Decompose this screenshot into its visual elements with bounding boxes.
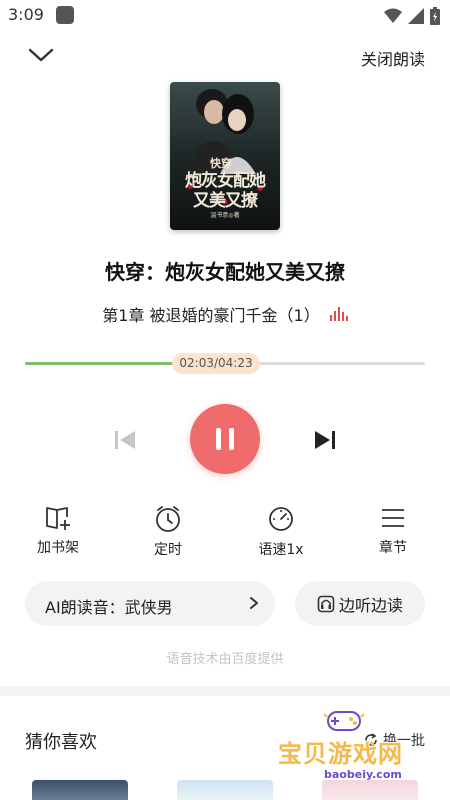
action-row: 加书架 定时 语速1x 章节 [0, 505, 450, 565]
speed-label: 语速1x [258, 542, 304, 558]
wifi-icon [384, 8, 402, 23]
voice-selector[interactable]: AI朗读音：武侠男 [25, 581, 275, 626]
chevron-right-icon [250, 597, 258, 609]
speedometer-icon [269, 507, 293, 531]
chapter-row: 第1章 被退婚的豪门千金（1） [0, 302, 450, 326]
close-read-button[interactable]: 关闭朗读 [361, 46, 425, 70]
cover-title-line-3: 又美又撩 [193, 191, 258, 211]
recommend-title: 猜你喜欢 [25, 732, 97, 753]
watermark-url: baobeiy.com [324, 768, 402, 781]
book-title: 快穿：炮灰女配她又美又撩 [105, 260, 345, 284]
skip-previous-icon [115, 431, 135, 449]
add-bookshelf-button[interactable]: 加书架 [18, 505, 98, 557]
watermark: 宝贝游戏网 baobeiy.com [276, 708, 446, 788]
playback-controls [0, 403, 450, 475]
listen-read-label: 边听边读 [338, 595, 403, 615]
top-bar: 关闭朗读 [0, 38, 450, 74]
chapters-button[interactable]: 章节 [353, 505, 433, 557]
status-time: 3:09 [8, 5, 44, 24]
gamepad-logo-icon [323, 711, 365, 731]
timer-label: 定时 [154, 542, 182, 558]
section-divider [0, 686, 450, 696]
notification-app-icon [56, 6, 74, 24]
pause-button[interactable] [190, 404, 260, 474]
cover-author: 温书意◎著 [210, 212, 240, 219]
speed-button[interactable]: 语速1x [241, 505, 321, 559]
add-bookshelf-label: 加书架 [37, 540, 79, 556]
recommend-book-cover[interactable] [32, 780, 128, 800]
add-bookshelf-icon [46, 507, 70, 530]
headphone-book-icon [317, 595, 335, 612]
chapters-label: 章节 [379, 540, 407, 556]
sound-wave-icon [329, 307, 348, 321]
battery-icon [430, 7, 440, 25]
status-bar: 3:09 [0, 0, 450, 32]
listen-read-button[interactable]: 边听边读 [295, 581, 425, 626]
recommend-book-cover[interactable] [177, 780, 273, 800]
pause-icon [216, 428, 234, 450]
progress-thumb[interactable]: 02:03/04:23 [172, 353, 260, 374]
book-cover: 快穿 炮灰女配她 又美又撩 温书意◎著 [170, 82, 280, 230]
status-icons [384, 7, 440, 25]
clock-icon [156, 506, 180, 532]
next-chapter-button[interactable] [312, 427, 338, 453]
voice-label: AI朗读音：武侠男 [45, 598, 173, 617]
chevron-down-icon [28, 48, 54, 62]
previous-chapter-button[interactable] [112, 427, 138, 453]
tts-provider-note: 语音技术由百度提供 [166, 652, 284, 667]
menu-list-icon [382, 509, 404, 527]
signal-icon [408, 8, 424, 24]
timer-button[interactable]: 定时 [128, 505, 208, 559]
watermark-text: 宝贝游戏网 [278, 740, 403, 768]
chapter-title: 第1章 被退婚的豪门千金（1） [102, 306, 320, 325]
skip-next-icon [315, 431, 335, 449]
collapse-button[interactable] [26, 42, 56, 68]
